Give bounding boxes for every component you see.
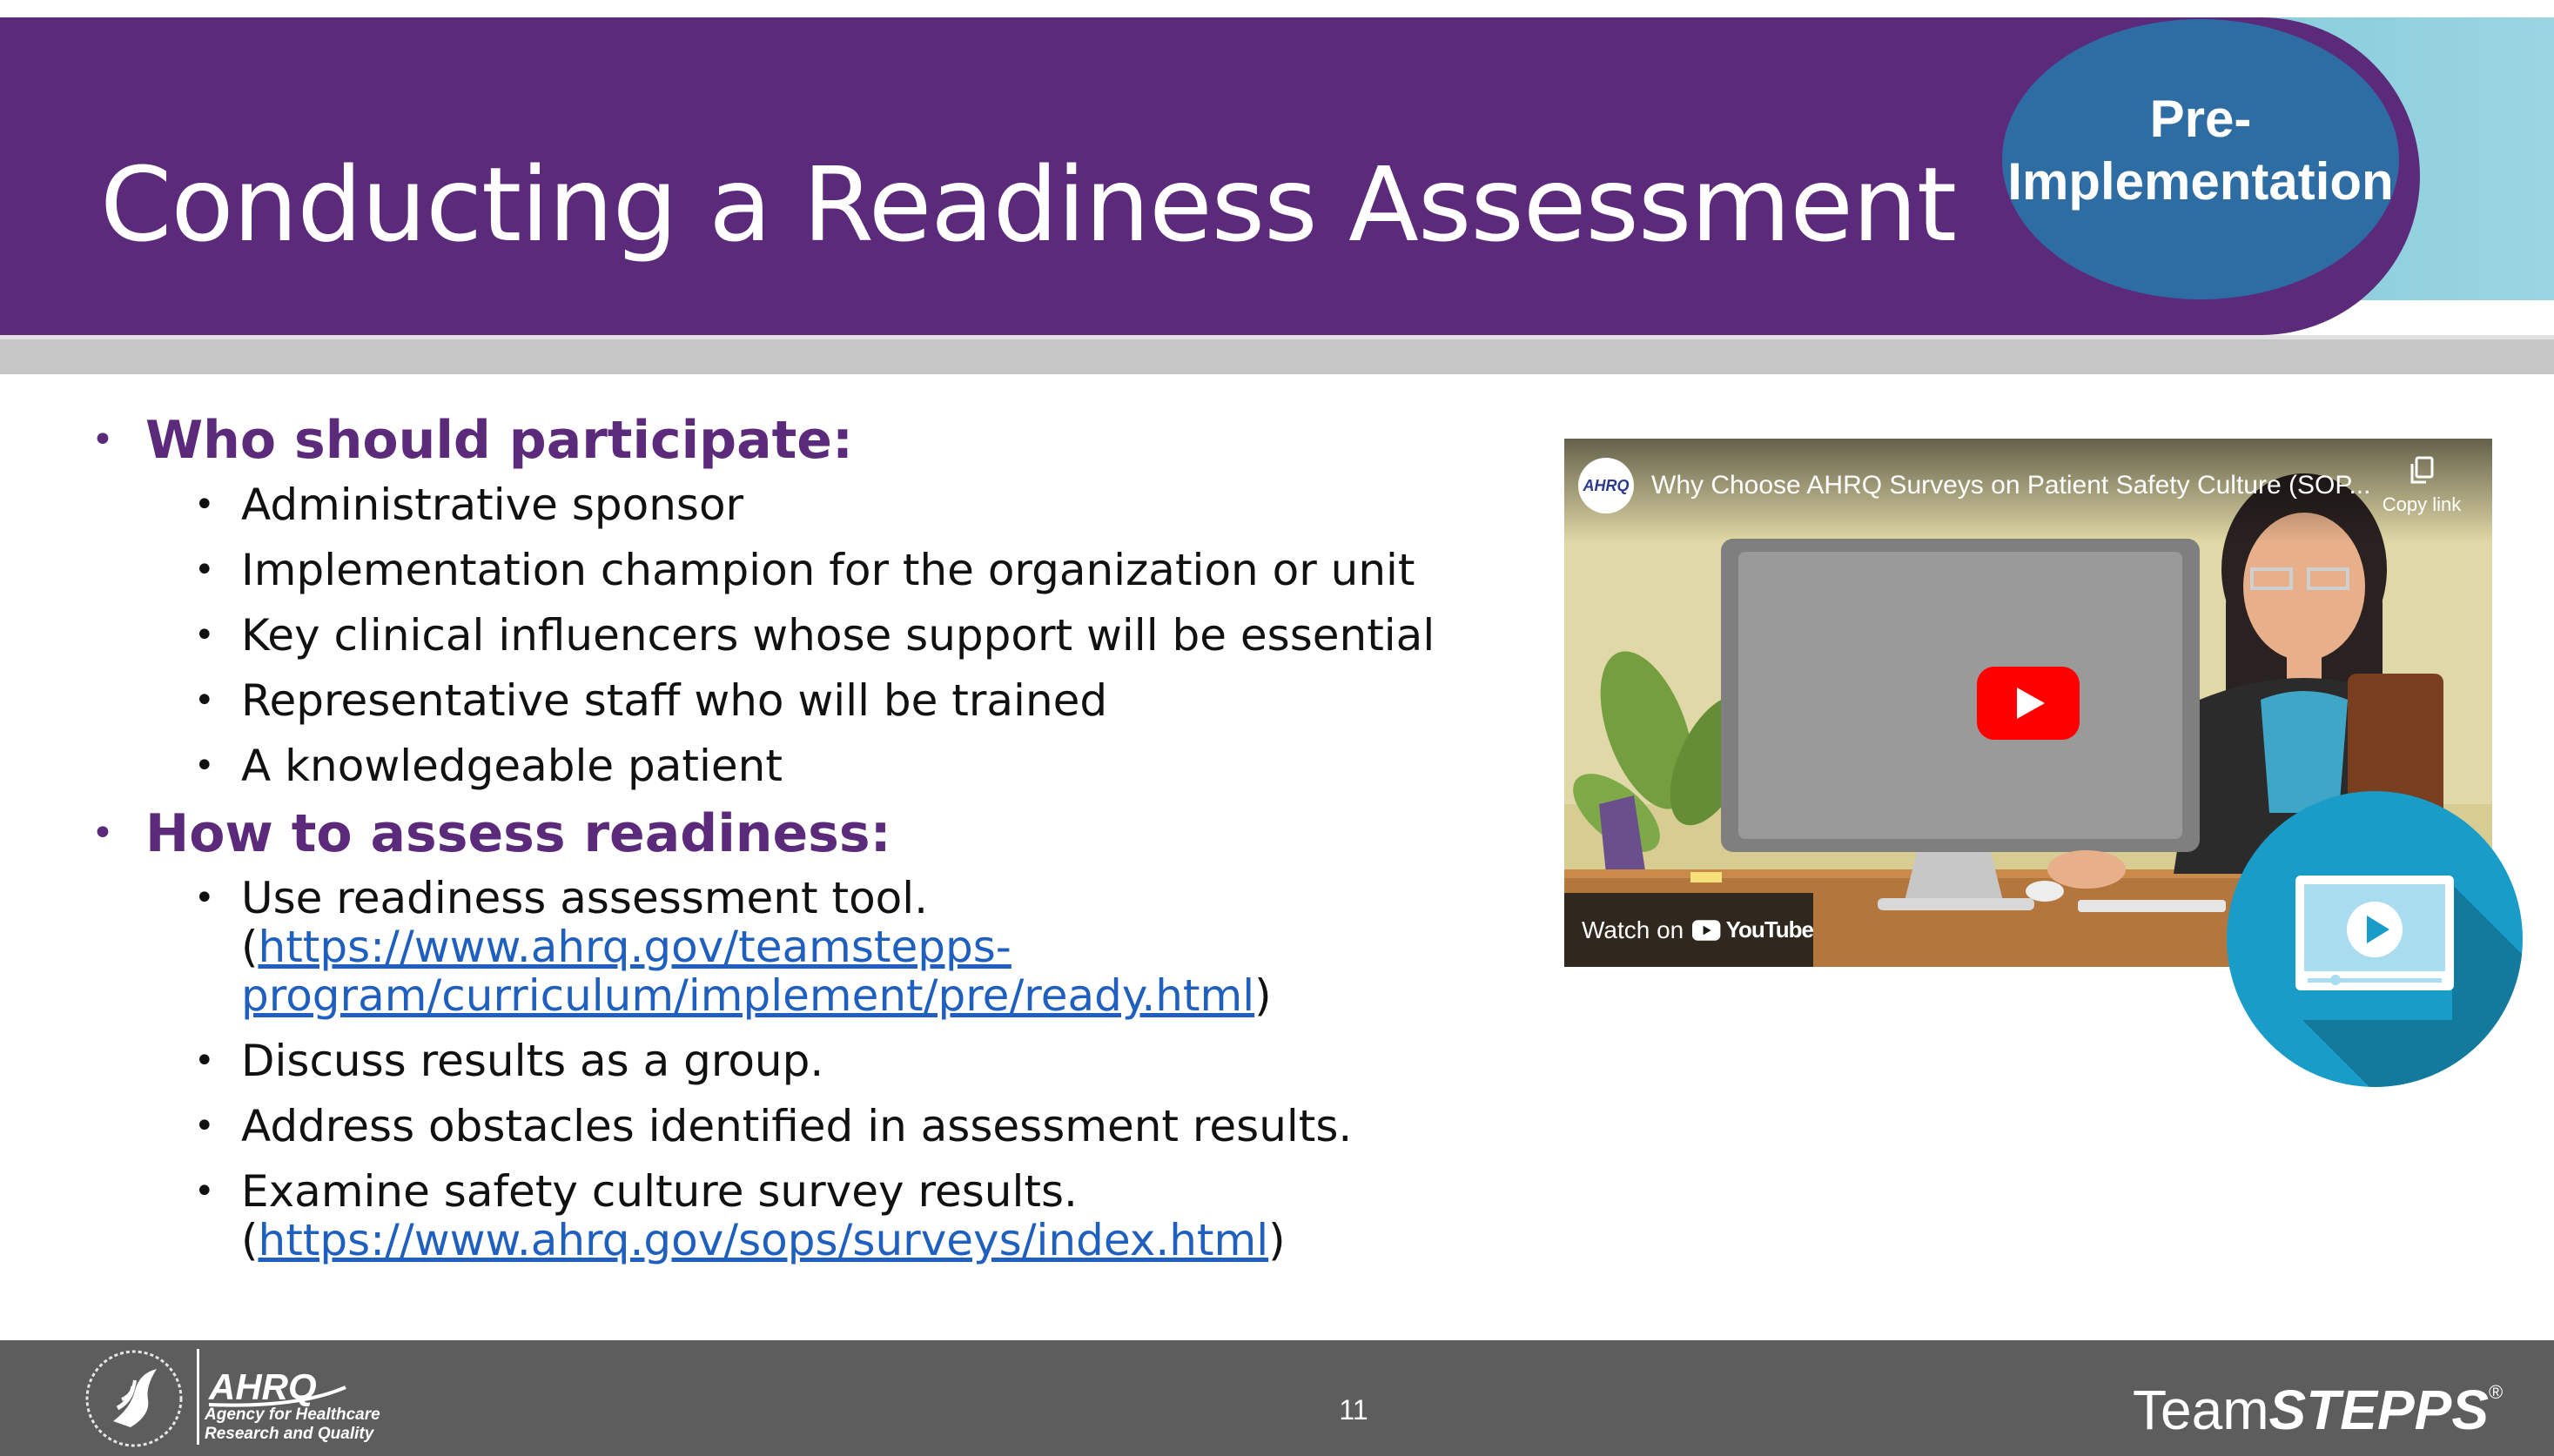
- paren-close: ): [1254, 970, 1272, 1021]
- list-item-text: Address obstacles identified in assessme…: [241, 1101, 1353, 1151]
- bullet-icon: •: [91, 811, 114, 855]
- phase-badge: Pre-Implementation: [2002, 19, 2399, 299]
- list-item-text: Representative staff who will be trained: [241, 675, 1108, 726]
- bullet-icon: •: [194, 878, 215, 918]
- bullet-icon: •: [194, 1041, 215, 1081]
- page-number: 11: [1339, 1394, 1368, 1426]
- video-player-icon: [2227, 791, 2523, 1087]
- list-item: • Address obstacles identified in assessm…: [91, 1102, 1502, 1151]
- bullet-icon: •: [91, 418, 114, 462]
- bullet-icon: •: [194, 615, 215, 655]
- list-item: • Discuss results as a group.: [91, 1037, 1502, 1085]
- bullet-icon: •: [194, 1171, 215, 1211]
- slide-title: Conducting a Readiness Assessment: [100, 144, 1957, 265]
- teamstepps-logo: TeamSTEPPS®: [2133, 1375, 2503, 1445]
- watch-on-youtube-button[interactable]: Watch on YouTube: [1564, 893, 1814, 967]
- link-line[interactable]: program/curriculum/implement/pre/ready.h…: [241, 970, 1254, 1021]
- ahrq-tagline-line2: Research and Quality: [205, 1425, 374, 1443]
- list-item: • Examine safety culture survey results. …: [91, 1167, 1502, 1265]
- section-heading-label: Who should participate:: [145, 410, 853, 471]
- list-item-text: Key clinical influencers whose support w…: [241, 610, 1435, 661]
- paren-open: (: [241, 922, 259, 972]
- bullet-icon: •: [194, 1106, 215, 1146]
- watch-on-label: Watch on: [1582, 916, 1684, 943]
- youtube-logo-icon: [1692, 919, 1721, 941]
- phase-badge-label: Pre-Implementation: [2007, 90, 2394, 211]
- bullet-icon: •: [194, 550, 215, 590]
- list-item-text: Discuss results as a group.: [241, 1036, 824, 1086]
- list-item-text: Administrative sponsor: [241, 480, 744, 530]
- brand-second: STEPPS: [2268, 1379, 2490, 1441]
- copy-link-label: Copy link: [2382, 493, 2462, 515]
- gray-band: [0, 339, 2554, 374]
- registered-mark: ®: [2489, 1381, 2504, 1403]
- content-list: • Who should participate: • Administrativ…: [91, 400, 1502, 1281]
- ahrq-tagline: Agency for Healthcare Research and Quali…: [205, 1406, 413, 1444]
- copy-link-button[interactable]: Copy link: [2365, 456, 2478, 526]
- paren-open: (: [241, 1215, 259, 1265]
- channel-logo[interactable]: AHRQ: [1578, 458, 1634, 513]
- list-item: • Key clinical influencers whose support …: [91, 611, 1502, 660]
- hhs-seal-icon: [85, 1350, 183, 1447]
- link-line[interactable]: https://www.ahrq.gov/teamstepps-: [259, 922, 1012, 972]
- section-heading-label: How to assess readiness:: [145, 803, 891, 864]
- list-item: • Administrative sponsor: [91, 480, 1502, 529]
- section-heading-participate: • Who should participate:: [91, 400, 1502, 480]
- list-item-text: A knowledgeable patient: [241, 741, 783, 791]
- paren-close: ): [1268, 1215, 1286, 1265]
- play-button[interactable]: [1977, 667, 2080, 740]
- youtube-wordmark: YouTube: [1725, 916, 1814, 943]
- bullet-icon: •: [194, 485, 215, 525]
- list-item: • Implementation champion for the organiz…: [91, 546, 1502, 594]
- copy-icon: [2410, 456, 2434, 484]
- bullet-icon: •: [194, 746, 215, 786]
- list-item-text: Implementation champion for the organiza…: [241, 545, 1415, 595]
- readiness-tool-link[interactable]: https://www.ahrq.gov/teamstepps-program/…: [241, 922, 1254, 1021]
- brand-first: Team: [2133, 1379, 2269, 1441]
- section-heading-assess: • How to assess readiness:: [91, 794, 1502, 874]
- list-item: • Representative staff who will be traine…: [91, 676, 1502, 725]
- sops-survey-link[interactable]: https://www.ahrq.gov/sops/surveys/index.…: [259, 1215, 1269, 1265]
- ahrq-tagline-line1: Agency for Healthcare: [205, 1406, 380, 1424]
- video-title[interactable]: Why Choose AHRQ Surveys on Patient Safet…: [1651, 468, 2374, 503]
- bullet-icon: •: [194, 681, 215, 721]
- slide: Conducting a Readiness Assessment Pre-Im…: [0, 0, 2554, 1456]
- list-item: • A knowledgeable patient: [91, 741, 1502, 790]
- list-item: • Use readiness assessment tool. (https:/…: [91, 874, 1502, 1020]
- list-item-text: Examine safety culture survey results.: [241, 1166, 1078, 1217]
- list-item-text: Use readiness assessment tool.: [241, 873, 929, 923]
- top-strip: [0, 0, 2554, 17]
